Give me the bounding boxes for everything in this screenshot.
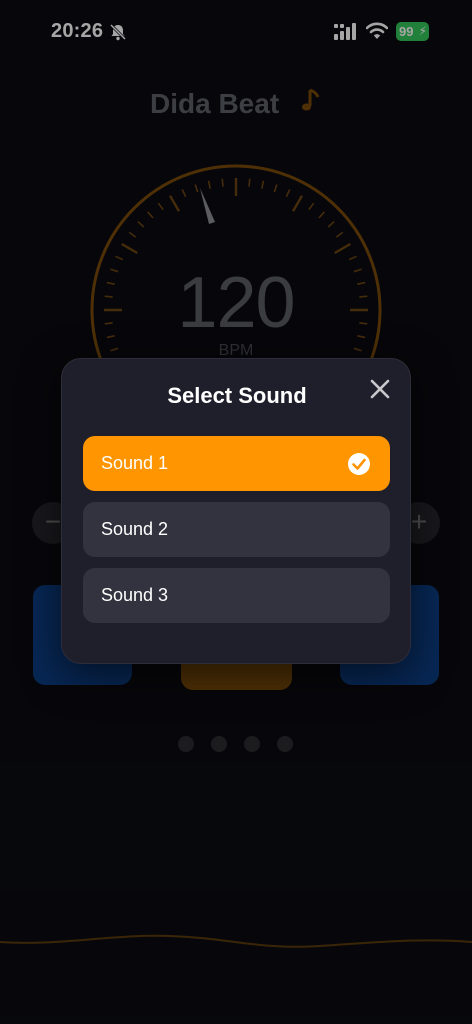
close-icon[interactable] [368, 377, 392, 401]
sound-option-2[interactable]: Sound 2 [83, 502, 390, 557]
dialog-title: Select Sound [167, 383, 307, 408]
sound-option-1[interactable]: Sound 1 [83, 436, 390, 491]
select-sound-dialog: Select Sound Sound 1 Sound 2 Sound 3 [61, 358, 411, 664]
sound-option-label: Sound 3 [101, 585, 169, 605]
checkmark-icon [348, 453, 370, 475]
sound-option-label: Sound 1 [101, 453, 169, 473]
sound-option-3[interactable]: Sound 3 [83, 568, 390, 623]
sound-option-label: Sound 2 [101, 519, 169, 539]
